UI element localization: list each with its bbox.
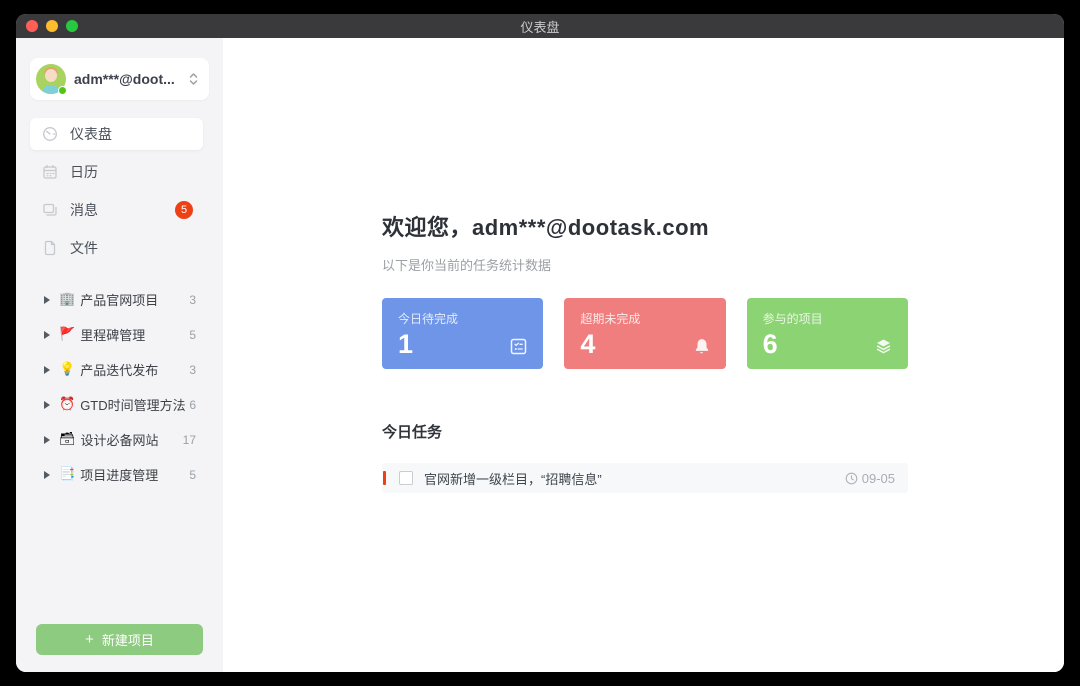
stat-label: 超期未完成 — [580, 310, 709, 327]
online-status-dot — [58, 86, 67, 95]
project-emoji-icon: 💡 — [59, 363, 75, 376]
stat-value: 6 — [763, 329, 892, 360]
user-account-menu[interactable]: adm***@doot... — [30, 58, 209, 100]
project-name: 产品官网项目 — [80, 290, 189, 309]
sidebar-item-dashboard[interactable]: 仪表盘 — [30, 118, 203, 150]
project-task-count: 3 — [189, 293, 196, 307]
project-name: 里程碑管理 — [80, 325, 189, 344]
calendar-icon — [42, 164, 58, 180]
stat-cards: 今日待完成 1 超期未完成 4 — [382, 298, 908, 369]
task-row[interactable]: 官网新增一级栏目，“招聘信息” 09-05 — [382, 463, 908, 493]
zoom-button[interactable] — [66, 20, 78, 32]
project-item[interactable]: ⏰ GTD时间管理方法 6 — [16, 387, 223, 422]
stat-card-overdue[interactable]: 超期未完成 4 — [564, 298, 725, 369]
chevron-up-down-icon — [188, 72, 199, 86]
project-task-count: 5 — [189, 468, 196, 482]
todo-list-icon — [509, 337, 528, 356]
sidebar-item-messages[interactable]: 消息 5 — [30, 194, 203, 226]
stat-label: 参与的项目 — [763, 310, 892, 327]
project-name: GTD时间管理方法 — [80, 395, 189, 414]
project-task-count: 5 — [189, 328, 196, 342]
project-name: 项目进度管理 — [80, 465, 189, 484]
stat-value: 4 — [580, 329, 709, 360]
sidebar-item-label: 日历 — [70, 162, 98, 182]
expand-arrow-icon[interactable] — [44, 471, 50, 479]
unread-badge: 5 — [175, 201, 193, 219]
project-item[interactable]: 📑 项目进度管理 5 — [16, 457, 223, 492]
project-emoji-icon: 🏢 — [59, 293, 75, 306]
plus-icon: + — [85, 632, 94, 647]
project-list: 🏢 产品官网项目 3 🚩 里程碑管理 5 💡 产品迭代发布 3 — [16, 282, 223, 492]
project-item[interactable]: 🗃 设计必备网站 17 — [16, 422, 223, 457]
project-task-count: 3 — [189, 363, 196, 377]
project-emoji-icon: 🗃 — [59, 433, 76, 446]
task-title: 官网新增一级栏目，“招聘信息” — [424, 469, 845, 488]
task-date-text: 09-05 — [862, 471, 895, 486]
sidebar-item-label: 文件 — [70, 238, 98, 258]
dashboard-main: 欢迎您，adm***@dootask.com 以下是你当前的任务统计数据 今日待… — [223, 38, 1064, 672]
sidebar-item-label: 消息 — [70, 200, 98, 220]
file-icon — [42, 240, 58, 256]
clock-icon — [845, 472, 858, 485]
sidebar-item-files[interactable]: 文件 — [30, 232, 203, 264]
expand-arrow-icon[interactable] — [44, 436, 50, 444]
task-due: 09-05 — [845, 471, 895, 486]
close-button[interactable] — [26, 20, 38, 32]
stat-card-projects[interactable]: 参与的项目 6 — [747, 298, 908, 369]
project-task-count: 17 — [183, 433, 196, 447]
project-task-count: 6 — [189, 398, 196, 412]
project-name: 设计必备网站 — [81, 430, 183, 449]
expand-arrow-icon[interactable] — [44, 366, 50, 374]
sidebar-item-label: 仪表盘 — [70, 124, 112, 144]
welcome-subtitle: 以下是你当前的任务统计数据 — [382, 255, 908, 274]
today-tasks-heading: 今日任务 — [382, 421, 908, 442]
project-item[interactable]: 🏢 产品官网项目 3 — [16, 282, 223, 317]
new-project-button[interactable]: + 新建项目 — [36, 624, 203, 655]
bell-icon — [692, 337, 711, 356]
sidebar-item-calendar[interactable]: 日历 — [30, 156, 203, 188]
stat-card-today-todo[interactable]: 今日待完成 1 — [382, 298, 543, 369]
project-emoji-icon: 📑 — [59, 468, 75, 481]
project-emoji-icon: ⏰ — [59, 398, 75, 411]
user-name: adm***@doot... — [74, 71, 188, 87]
project-name: 产品迭代发布 — [80, 360, 189, 379]
stat-label: 今日待完成 — [398, 310, 527, 327]
task-priority-bar — [383, 471, 386, 485]
window-title: 仪表盘 — [520, 17, 559, 36]
avatar — [36, 64, 66, 94]
expand-arrow-icon[interactable] — [44, 331, 50, 339]
sidebar: adm***@doot... 仪表盘 — [16, 38, 223, 672]
minimize-button[interactable] — [46, 20, 58, 32]
project-item[interactable]: 💡 产品迭代发布 3 — [16, 352, 223, 387]
window-controls — [26, 14, 78, 38]
app-window: 仪表盘 adm***@doot... — [16, 14, 1064, 672]
welcome-heading: 欢迎您，adm***@dootask.com — [382, 210, 908, 242]
dashboard-icon — [42, 126, 58, 142]
message-icon — [42, 202, 58, 218]
sidebar-nav: 仪表盘 日历 消息 5 — [16, 118, 223, 264]
task-checkbox[interactable] — [399, 471, 413, 485]
stat-value: 1 — [398, 329, 527, 360]
project-item[interactable]: 🚩 里程碑管理 5 — [16, 317, 223, 352]
expand-arrow-icon[interactable] — [44, 401, 50, 409]
project-emoji-icon: 🚩 — [59, 328, 75, 341]
titlebar: 仪表盘 — [16, 14, 1064, 38]
layers-icon — [874, 337, 893, 356]
new-project-label: 新建项目 — [102, 630, 154, 649]
expand-arrow-icon[interactable] — [44, 296, 50, 304]
